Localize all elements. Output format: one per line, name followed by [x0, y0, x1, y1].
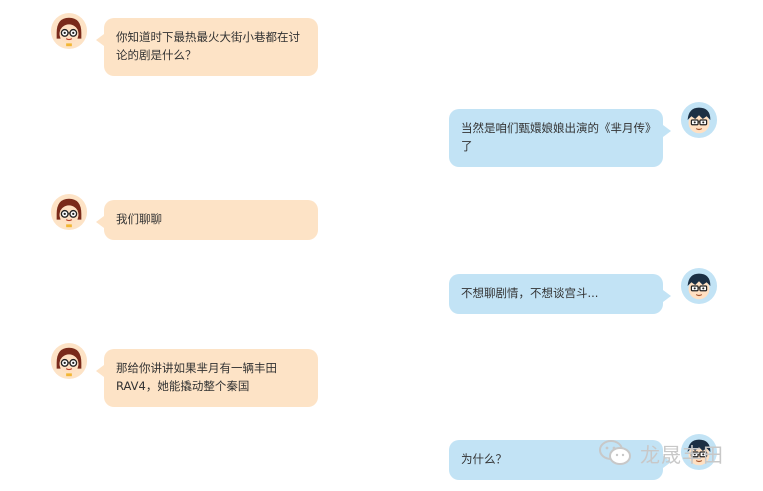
- boy-avatar: [680, 101, 718, 139]
- girl-avatar: [50, 342, 88, 380]
- chat-bubble-left: 我们聊聊: [96, 200, 318, 240]
- boy-avatar: [680, 267, 718, 305]
- chat-bubble-left: 那给你讲讲如果芈月有一辆丰田RAV4，她能撬动整个秦国: [96, 349, 318, 407]
- watermark: 龙晟丰田: [598, 438, 748, 468]
- message-text: 不想聊剧情，不想谈宫斗...: [461, 286, 599, 300]
- message-text: 你知道时下最热最火大街小巷都在讨论的剧是什么？: [116, 30, 300, 62]
- chat-bubble-right: 当然是咱们甄嬛娘娘出演的《芈月传》了: [449, 109, 671, 167]
- girl-avatar: [50, 12, 88, 50]
- message-text: 我们聊聊: [116, 212, 162, 226]
- watermark-text: 龙晟丰田: [640, 442, 724, 467]
- wechat-icon: [599, 440, 631, 465]
- message-text: 为什么？: [461, 452, 507, 466]
- chat-bubble-left: 你知道时下最热最火大街小巷都在讨论的剧是什么？: [96, 18, 318, 76]
- message-text: 当然是咱们甄嬛娘娘出演的《芈月传》了: [461, 121, 651, 153]
- message-text: 那给你讲讲如果芈月有一辆丰田RAV4，她能撬动整个秦国: [116, 361, 277, 393]
- chat-bubble-right: 不想聊剧情，不想谈宫斗...: [449, 274, 671, 314]
- girl-avatar: [50, 193, 88, 231]
